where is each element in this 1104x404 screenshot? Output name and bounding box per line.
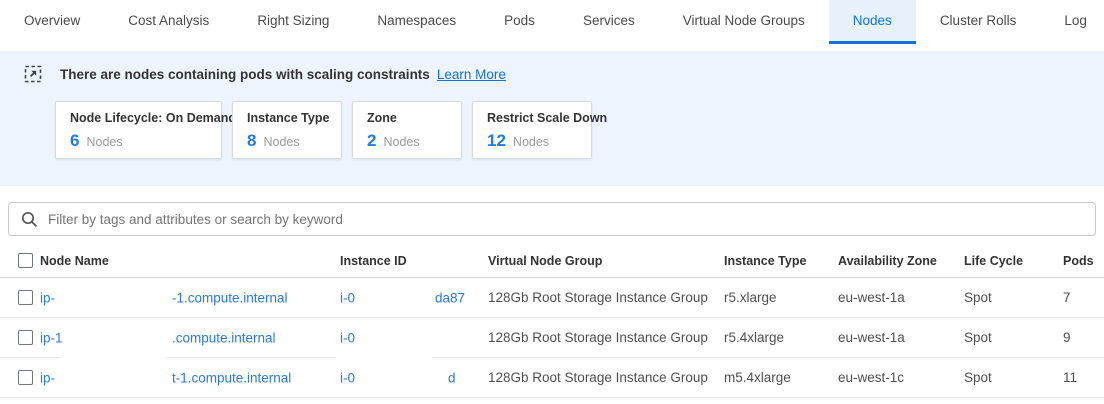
redaction-patch (336, 356, 432, 360)
card-instance-type[interactable]: Instance Type 8 Nodes (232, 101, 342, 159)
card-title: Restrict Scale Down (487, 111, 577, 125)
filter-search-box[interactable] (8, 202, 1096, 236)
row-checkbox[interactable] (18, 370, 33, 385)
search-icon (21, 211, 38, 228)
life-cycle: Spot (964, 370, 1063, 385)
card-unit: Nodes (263, 135, 299, 149)
instance-id-fragment: d (448, 370, 456, 385)
table-row[interactable]: ip- -1.compute.internal i-0 da87 128Gb R… (0, 278, 1104, 318)
virtual-node-group: 128Gb Root Storage Instance Group (488, 370, 724, 385)
node-name-fragment: ip- (40, 290, 55, 305)
life-cycle: Spot (964, 290, 1063, 305)
card-count: 12 (487, 131, 506, 151)
col-pods: Pods (1063, 254, 1104, 268)
pods-count: 11 (1063, 370, 1104, 385)
tab-pods[interactable]: Pods (480, 0, 559, 44)
life-cycle: Spot (964, 330, 1063, 345)
table-header-row: Node Name Instance ID Virtual Node Group… (0, 244, 1104, 278)
card-count: 8 (247, 131, 256, 151)
node-name-link[interactable]: ip- -1.compute.internal (40, 278, 340, 317)
col-instance-id: Instance ID (340, 254, 488, 268)
node-name-link[interactable]: ip-1 .compute.internal (40, 318, 340, 357)
instance-id-fragment: da87 (435, 290, 465, 305)
instance-type: r5.xlarge (724, 290, 838, 305)
node-name-link[interactable]: ip- t-1.compute.internal (40, 358, 340, 397)
card-unit: Nodes (513, 135, 549, 149)
tab-cost-analysis[interactable]: Cost Analysis (104, 0, 233, 44)
tab-cluster-rolls[interactable]: Cluster Rolls (916, 0, 1041, 44)
tab-nodes[interactable]: Nodes (829, 0, 916, 44)
card-node-lifecycle[interactable]: Node Lifecycle: On Demand 6 Nodes (55, 101, 222, 159)
nodes-table: Node Name Instance ID Virtual Node Group… (0, 244, 1104, 398)
instance-id-fragment: i-0 (340, 290, 355, 305)
node-name-fragment: -1.compute.internal (172, 290, 288, 305)
node-name-fragment: .compute.internal (172, 330, 276, 345)
node-name-fragment: ip- (40, 370, 55, 385)
tab-virtual-node-groups[interactable]: Virtual Node Groups (659, 0, 829, 44)
instance-id: i-0 da87 (340, 278, 488, 317)
card-count: 6 (70, 131, 79, 151)
availability-zone: eu-west-1a (838, 290, 964, 305)
virtual-node-group: 128Gb Root Storage Instance Group (488, 290, 724, 305)
col-life-cycle: Life Cycle (964, 254, 1063, 268)
card-title: Instance Type (247, 111, 327, 125)
card-title: Node Lifecycle: On Demand (70, 111, 207, 125)
availability-zone: eu-west-1c (838, 370, 964, 385)
row-checkbox[interactable] (18, 290, 33, 305)
tab-namespaces[interactable]: Namespaces (353, 0, 480, 44)
learn-more-link[interactable]: Learn More (437, 67, 506, 82)
pods-count: 9 (1063, 330, 1104, 345)
tab-bar: Overview Cost Analysis Right Sizing Name… (0, 0, 1104, 44)
card-unit: Nodes (86, 135, 122, 149)
col-availability-zone: Availability Zone (838, 254, 964, 268)
pods-count: 7 (1063, 290, 1104, 305)
table-row[interactable]: ip- t-1.compute.internal i-0 d 128Gb Roo… (0, 358, 1104, 398)
col-virtual-node-group: Virtual Node Group (488, 254, 724, 268)
instance-id: i-0 d (340, 358, 488, 397)
select-all-checkbox[interactable] (18, 253, 33, 268)
scaling-constraints-banner: There are nodes containing pods with sca… (0, 51, 1104, 186)
availability-zone: eu-west-1a (838, 330, 964, 345)
card-title: Zone (367, 111, 447, 125)
instance-id-fragment: i-0 (340, 330, 355, 345)
node-name-fragment: t-1.compute.internal (172, 370, 291, 385)
tab-right-sizing[interactable]: Right Sizing (233, 0, 353, 44)
table-row[interactable]: ip-1 .compute.internal i-0 128Gb Root St… (0, 318, 1104, 358)
scale-out-icon (24, 65, 42, 83)
virtual-node-group: 128Gb Root Storage Instance Group (488, 330, 724, 345)
redaction-patch (60, 356, 166, 360)
tab-overview[interactable]: Overview (0, 0, 104, 44)
card-count: 2 (367, 131, 376, 151)
search-input[interactable] (48, 212, 1083, 227)
tab-services[interactable]: Services (559, 0, 659, 44)
card-unit: Nodes (383, 135, 419, 149)
col-instance-type: Instance Type (724, 254, 838, 268)
tab-log[interactable]: Log (1040, 0, 1104, 44)
instance-id: i-0 (340, 318, 488, 357)
instance-id-fragment: i-0 (340, 370, 355, 385)
node-name-fragment: ip-1 (40, 330, 63, 345)
card-zone[interactable]: Zone 2 Nodes (352, 101, 462, 159)
constraint-cards: Node Lifecycle: On Demand 6 Nodes Instan… (55, 101, 1104, 159)
row-checkbox[interactable] (18, 330, 33, 345)
instance-type: m5.4xlarge (724, 370, 838, 385)
card-restrict-scale-down[interactable]: Restrict Scale Down 12 Nodes (472, 101, 592, 159)
banner-message: There are nodes containing pods with sca… (60, 67, 430, 82)
col-node-name: Node Name (40, 254, 340, 268)
instance-type: r5.4xlarge (724, 330, 838, 345)
